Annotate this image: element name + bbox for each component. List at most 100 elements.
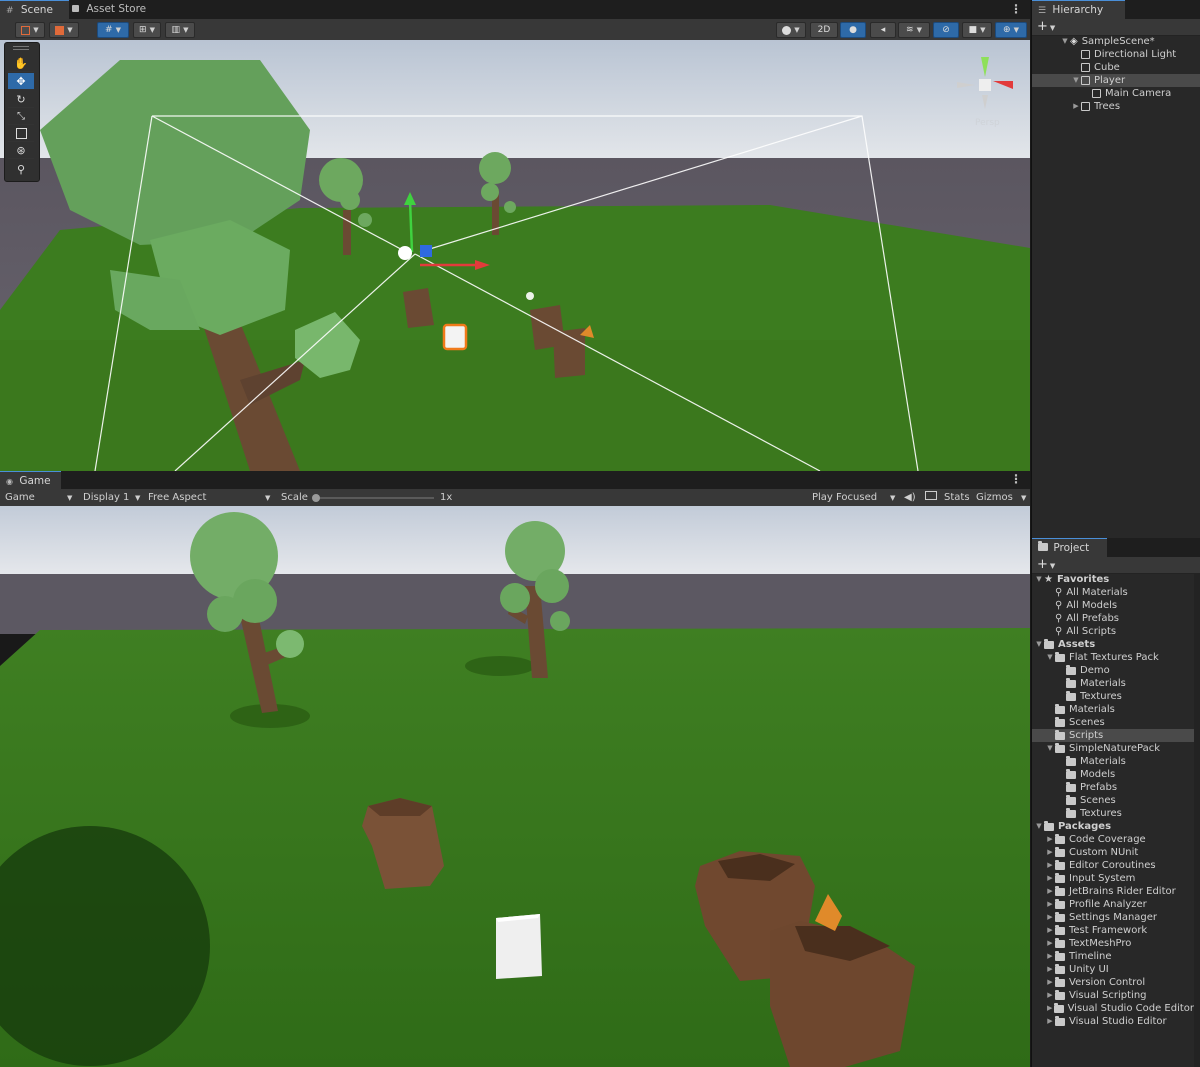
gizmos-dropdown[interactable]: ⊕ ▼	[995, 22, 1027, 38]
project-item[interactable]: Demo	[1032, 664, 1194, 677]
project-item[interactable]: ▶ Visual Studio Code Editor	[1032, 1002, 1194, 1015]
scene-viewport[interactable]: Persp ✋ ✥ ↻ ⤡ ⊛ ⚲	[0, 40, 1030, 471]
project-item[interactable]: ⚲ All Prefabs	[1032, 612, 1194, 625]
project-item[interactable]: ▶ Unity UI	[1032, 963, 1194, 976]
hierarchy-item[interactable]: Directional Light	[1032, 48, 1200, 61]
expand-arrow-icon[interactable]: ▼	[1060, 35, 1070, 48]
game-options-menu[interactable]: ⋮	[1010, 472, 1022, 486]
snap-grid-toggle[interactable]: # ▼	[97, 22, 129, 38]
collapse-arrow-icon[interactable]: ▶	[1045, 1015, 1055, 1028]
scale-slider[interactable]	[312, 494, 434, 502]
play-mode-dropdown[interactable]: Play Focused ▼	[812, 489, 898, 507]
collapse-arrow-icon[interactable]: ▶	[1045, 1002, 1054, 1015]
project-item[interactable]: ▼ Assets	[1032, 638, 1194, 651]
game-viewport[interactable]	[0, 506, 1030, 1067]
expand-arrow-icon[interactable]: ▼	[1071, 74, 1081, 87]
shortcuts-toggle[interactable]	[925, 489, 937, 507]
hierarchy-add-button[interactable]: + ▼	[1037, 19, 1055, 36]
lighting-toggle[interactable]: ●	[840, 22, 866, 38]
game-view-dropdown[interactable]: Game ▼	[5, 489, 75, 507]
project-item[interactable]: ⚲ All Models	[1032, 599, 1194, 612]
collapse-arrow-icon[interactable]: ▶	[1045, 950, 1055, 963]
collapse-arrow-icon[interactable]: ▶	[1045, 963, 1055, 976]
tab-hierarchy[interactable]: ☰ Hierarchy	[1032, 0, 1125, 20]
custom-tool[interactable]: ⚲	[8, 161, 34, 177]
hierarchy-item[interactable]: ▼ ◈ SampleScene*	[1032, 35, 1200, 48]
project-item[interactable]: ▼ ★ Favorites	[1032, 573, 1194, 586]
render-mode-dropdown[interactable]: ▼	[776, 22, 806, 38]
tab-game[interactable]: ◉ Game	[0, 471, 61, 490]
project-item[interactable]: ▼ SimpleNaturePack	[1032, 742, 1194, 755]
project-item[interactable]: ▶ Code Coverage	[1032, 833, 1194, 846]
project-item[interactable]: ▶ TextMeshPro	[1032, 937, 1194, 950]
project-item[interactable]: ⚲ All Scripts	[1032, 625, 1194, 638]
expand-arrow-icon[interactable]: ▼	[1045, 742, 1055, 755]
project-item[interactable]: Materials	[1032, 703, 1194, 716]
collapse-arrow-icon[interactable]: ▶	[1045, 976, 1055, 989]
effects-dropdown[interactable]: ≋ ▼	[898, 22, 930, 38]
collapse-arrow-icon[interactable]: ▶	[1045, 846, 1055, 859]
camera-dropdown[interactable]: ■ ▼	[962, 22, 992, 38]
project-item[interactable]: ▶ Visual Studio Editor	[1032, 1015, 1194, 1028]
rect-tool[interactable]	[8, 125, 34, 142]
project-item[interactable]: Materials	[1032, 755, 1194, 768]
shading-dropdown[interactable]: ▼	[49, 22, 79, 38]
project-item[interactable]: ▶ JetBrains Rider Editor	[1032, 885, 1194, 898]
project-item[interactable]: ▶ Settings Manager	[1032, 911, 1194, 924]
collapse-arrow-icon[interactable]: ▶	[1071, 100, 1081, 113]
transform-tool[interactable]: ⊛	[8, 142, 34, 159]
gizmos-game-dropdown[interactable]: Gizmos ▼	[976, 489, 1028, 507]
expand-arrow-icon[interactable]: ▼	[1034, 573, 1044, 586]
project-item[interactable]: Scenes	[1032, 716, 1194, 729]
expand-arrow-icon[interactable]: ▼	[1034, 820, 1044, 833]
hand-tool[interactable]: ✋	[8, 55, 34, 72]
collapse-arrow-icon[interactable]: ▶	[1045, 924, 1055, 937]
project-item[interactable]: ▼ Flat Textures Pack	[1032, 651, 1194, 664]
project-item[interactable]: Materials	[1032, 677, 1194, 690]
tab-asset-store[interactable]: Asset Store	[66, 0, 153, 19]
project-item[interactable]: ▼ Packages	[1032, 820, 1194, 833]
scale-slider-thumb[interactable]	[312, 494, 320, 502]
tab-project[interactable]: Project	[1032, 538, 1107, 558]
scene-options-menu[interactable]: ⋮	[1010, 2, 1022, 16]
project-item[interactable]: ▶ Version Control	[1032, 976, 1194, 989]
hierarchy-item[interactable]: Main Camera	[1032, 87, 1200, 100]
collapse-arrow-icon[interactable]: ▶	[1045, 898, 1055, 911]
project-item[interactable]: ▶ Timeline	[1032, 950, 1194, 963]
display-dropdown[interactable]: Display 1 ▼	[83, 489, 143, 507]
project-item[interactable]: Models	[1032, 768, 1194, 781]
hierarchy-item[interactable]: Cube	[1032, 61, 1200, 74]
collapse-arrow-icon[interactable]: ▶	[1045, 989, 1055, 1002]
project-item[interactable]: Scripts	[1032, 729, 1194, 742]
ruler-dropdown[interactable]: ▥ ▼	[165, 22, 195, 38]
aspect-dropdown[interactable]: Free Aspect ▼	[148, 489, 273, 507]
project-item[interactable]: Prefabs	[1032, 781, 1194, 794]
scale-tool[interactable]: ⤡	[8, 108, 34, 125]
hierarchy-item[interactable]: ▶ Trees	[1032, 100, 1200, 113]
hierarchy-item[interactable]: ▼ Player	[1032, 74, 1200, 87]
project-item[interactable]: ▶ Input System	[1032, 872, 1194, 885]
project-item[interactable]: ▶ Test Framework	[1032, 924, 1194, 937]
project-scrollbar[interactable]	[1194, 573, 1200, 1067]
project-add-button[interactable]: + ▼	[1037, 557, 1055, 574]
audio-toggle[interactable]: ◂	[870, 22, 896, 38]
hidden-objects-toggle[interactable]: ⊘	[933, 22, 959, 38]
expand-arrow-icon[interactable]: ▼	[1045, 651, 1055, 664]
project-item[interactable]: Scenes	[1032, 794, 1194, 807]
move-tool[interactable]: ✥	[8, 73, 34, 90]
collapse-arrow-icon[interactable]: ▶	[1045, 885, 1055, 898]
collapse-arrow-icon[interactable]: ▶	[1045, 911, 1055, 924]
expand-arrow-icon[interactable]: ▼	[1034, 638, 1044, 651]
project-item[interactable]: Textures	[1032, 690, 1194, 703]
project-item[interactable]: ▶ Profile Analyzer	[1032, 898, 1194, 911]
collapse-arrow-icon[interactable]: ▶	[1045, 937, 1055, 950]
draw-mode-dropdown[interactable]: ▼	[15, 22, 45, 38]
project-item[interactable]: ▶ Editor Coroutines	[1032, 859, 1194, 872]
project-item[interactable]: ▶ Visual Scripting	[1032, 989, 1194, 1002]
rotate-tool[interactable]: ↻	[8, 91, 34, 108]
collapse-arrow-icon[interactable]: ▶	[1045, 872, 1055, 885]
mute-audio-toggle[interactable]: ◀)	[904, 489, 916, 507]
project-item[interactable]: ⚲ All Materials	[1032, 586, 1194, 599]
tab-scene[interactable]: # Scene	[0, 0, 69, 20]
stats-button[interactable]: Stats	[944, 489, 970, 507]
